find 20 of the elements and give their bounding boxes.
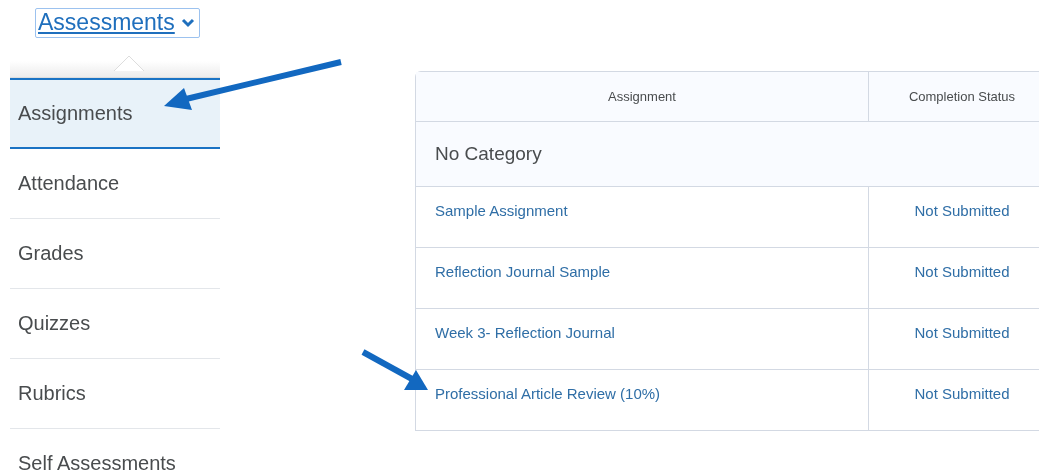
- column-header: Completion Status: [868, 72, 1039, 122]
- assignment-link[interactable]: Week 3- Reflection Journal: [435, 324, 615, 341]
- menu-item[interactable]: Quizzes: [10, 289, 220, 359]
- assignment-link[interactable]: Sample Assignment: [435, 202, 568, 219]
- menu-item[interactable]: Rubrics: [10, 359, 220, 429]
- completion-status: Not Submitted: [914, 385, 1010, 402]
- menu-item[interactable]: Assignments: [10, 78, 220, 149]
- menu-item[interactable]: Self Assessments: [10, 429, 220, 471]
- annotation-arrow: [361, 349, 428, 390]
- assignment-link[interactable]: Professional Article Review (10%): [435, 385, 661, 402]
- menu-item[interactable]: Grades: [10, 219, 220, 289]
- column-header: Assignment: [416, 72, 868, 122]
- completion-status: Not Submitted: [914, 202, 1010, 219]
- assessments-menu-button[interactable]: Assessments: [35, 8, 200, 38]
- chevron-down-icon: [180, 17, 195, 28]
- completion-status: Not Submitted: [914, 324, 1010, 341]
- assignment-link[interactable]: Reflection Journal Sample: [435, 263, 611, 280]
- category-header: No Category: [416, 122, 1039, 187]
- completion-status: Not Submitted: [914, 263, 1010, 280]
- menu-item[interactable]: Attendance: [10, 149, 220, 219]
